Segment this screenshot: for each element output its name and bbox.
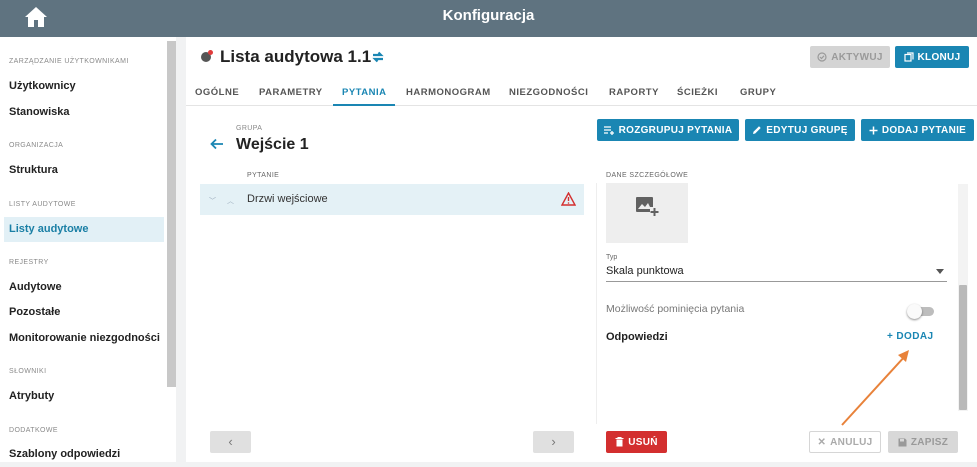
ungroup-label: ROZGRUPUJ PYTANIA xyxy=(618,124,733,136)
annotation-arrow-icon xyxy=(841,350,909,426)
chevron-down-icon[interactable]: ﹀ xyxy=(209,196,216,206)
type-select[interactable]: Skala punktowa xyxy=(606,265,684,277)
sidebar-scrollbar[interactable] xyxy=(167,41,176,387)
question-row[interactable]: ﹀ ︿ Drzwi wejściowe xyxy=(200,184,584,215)
sidebar-section-dictionaries: SŁOWNIKI xyxy=(9,368,47,375)
dropdown-caret-icon[interactable] xyxy=(936,269,944,274)
tab-paths[interactable]: ŚCIEŻKI xyxy=(677,87,718,98)
group-label: GRUPA xyxy=(236,125,263,132)
group-name: Wejście 1 xyxy=(236,136,309,153)
sidebar-item-structure[interactable]: Struktura xyxy=(4,158,164,183)
tab-nonconformities[interactable]: NIEZGODNOŚCI xyxy=(509,87,588,98)
details-header: DANE SZCZEGÓŁOWE xyxy=(606,172,689,179)
tab-groups[interactable]: GRUPY xyxy=(740,87,776,98)
sidebar-item-answer-templates[interactable]: Szablony odpowiedzi xyxy=(4,442,164,467)
add-answer-button[interactable]: + DODAJ xyxy=(887,331,933,342)
delete-label: USUŃ xyxy=(628,436,658,448)
add-question-button[interactable]: DODAJ PYTANIE xyxy=(861,119,974,141)
pencil-icon xyxy=(753,126,761,134)
answers-label: Odpowiedzi xyxy=(606,331,668,343)
tab-questions[interactable]: PYTANIA xyxy=(342,87,387,98)
edit-group-label: EDYTUJ GRUPĘ xyxy=(766,124,848,136)
delete-button[interactable]: USUŃ xyxy=(606,431,667,453)
back-arrow-icon[interactable] xyxy=(210,138,224,150)
tab-general[interactable]: OGÓLNE xyxy=(195,87,239,98)
active-tab-indicator xyxy=(333,104,395,106)
save-button[interactable]: ZAPISZ xyxy=(888,431,958,453)
add-image-icon xyxy=(636,197,659,216)
warning-icon xyxy=(561,192,576,206)
save-label: ZAPISZ xyxy=(910,436,949,448)
sync-icon[interactable] xyxy=(371,50,385,64)
chevron-up-icon[interactable]: ︿ xyxy=(227,196,234,206)
floppy-disk-icon xyxy=(898,438,907,446)
cancel-label: ANULUJ xyxy=(830,436,873,448)
question-text: Drzwi wejściowe xyxy=(247,193,328,205)
status-dot-icon xyxy=(201,50,213,62)
toggle-knob[interactable] xyxy=(907,304,922,319)
image-placeholder[interactable] xyxy=(606,183,688,243)
sidebar-item-positions[interactable]: Stanowiska xyxy=(4,100,164,125)
tab-bar: OGÓLNE PARAMETRY PYTANIA HARMONOGRAM NIE… xyxy=(186,80,977,106)
sidebar-item-audit-registers[interactable]: Audytowe xyxy=(4,275,164,300)
clone-label: KLONUJ xyxy=(917,51,961,63)
sidebar-item-audit-lists[interactable]: Listy audytowe xyxy=(4,217,164,242)
edit-group-button[interactable]: EDYTUJ GRUPĘ xyxy=(745,119,855,141)
ungroup-questions-button[interactable]: ROZGRUPUJ PYTANIA xyxy=(597,119,739,141)
sidebar-item-attributes[interactable]: Atrybuty xyxy=(4,384,164,409)
add-question-label: DODAJ PYTANIE xyxy=(881,124,967,136)
sidebar-section-organization: ORGANIZACJA xyxy=(9,142,64,149)
list-ungroup-icon xyxy=(603,125,614,135)
plus-icon xyxy=(869,126,878,134)
activate-button[interactable]: AKTYWUJ xyxy=(810,46,890,68)
sidebar-section-audit-lists: LISTY AUDYTOWE xyxy=(9,201,76,208)
tab-reports[interactable]: RAPORTY xyxy=(609,87,659,98)
add-answer-label: DODAJ xyxy=(896,331,934,342)
question-column-header: PYTANIE xyxy=(247,172,280,179)
clone-button[interactable]: KLONUJ xyxy=(895,46,969,68)
next-page-button[interactable]: › xyxy=(533,431,574,453)
cancel-button[interactable]: ✕ ANULUJ xyxy=(809,431,881,453)
sidebar-section-additional: DODATKOWE xyxy=(9,427,58,434)
copy-icon xyxy=(903,52,914,62)
type-field-label: Typ xyxy=(606,254,618,261)
close-icon: ✕ xyxy=(817,436,827,448)
tab-schedule[interactable]: HARMONOGRAM xyxy=(406,87,491,98)
app-header: Konfiguracja xyxy=(0,0,977,37)
sidebar-section-registers: REJESTRY xyxy=(9,259,49,266)
sidebar-item-other-registers[interactable]: Pozostałe xyxy=(4,300,164,325)
sidebar-item-users[interactable]: Użytkownicy xyxy=(4,74,164,99)
type-select-underline xyxy=(606,281,947,282)
details-scrollbar-thumb[interactable] xyxy=(959,285,967,410)
app-title: Konfiguracja xyxy=(442,7,535,24)
tab-parameters[interactable]: PARAMETRY xyxy=(259,87,323,98)
sidebar-item-nonconformity-monitoring[interactable]: Monitorowanie niezgodności xyxy=(4,326,164,351)
plus-icon: + xyxy=(887,331,897,342)
activate-label: AKTYWUJ xyxy=(831,51,883,63)
sidebar-section-users: ZARZĄDZANIE UŻYTKOWNIKAMI xyxy=(9,58,129,65)
prev-page-button[interactable]: ‹ xyxy=(210,431,251,453)
trash-icon xyxy=(615,437,624,447)
check-circle-icon xyxy=(817,52,827,62)
skip-question-label: Możliwość pominięcia pytania xyxy=(606,303,745,315)
page-title: Lista audytowa 1.1 xyxy=(220,47,372,66)
